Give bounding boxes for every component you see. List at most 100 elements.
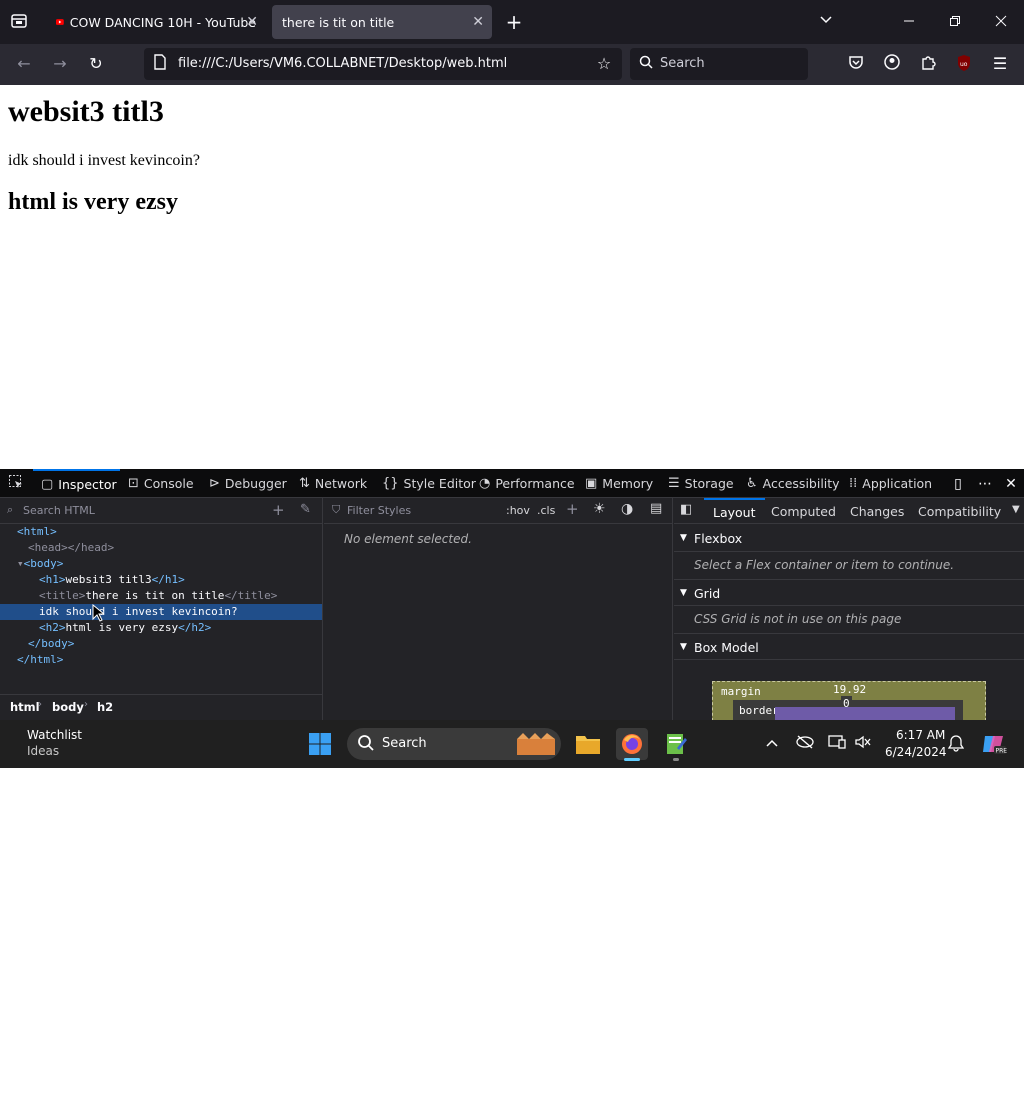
box-model-margin[interactable]: margin 19.92 border 0 [712,681,986,722]
flexbox-section-header[interactable]: ▼ Flexbox [674,525,1024,552]
tree-line-html-close[interactable]: </html> [17,652,63,668]
search-html-bar[interactable]: ⌕ Search HTML + ✎ [0,498,322,524]
breadcrumb-separator-icon: › [38,699,42,710]
tab-application[interactable]: ⁞⁞ Application [849,469,932,498]
application-icon: ⁞⁞ [849,475,858,491]
show-hidden-icons-chevron-icon[interactable] [762,734,782,754]
extensions-icon[interactable] [918,54,938,74]
notepad-icon[interactable] [660,728,692,761]
more-options-icon[interactable]: ⋯ [975,474,995,494]
ublock-icon[interactable]: uo [954,54,974,74]
tab-memory[interactable]: ▣ Memory [585,469,653,498]
tab-performance[interactable]: ◔ Performance [479,469,575,498]
tab-accessibility[interactable]: ♿ Accessibility [746,469,840,498]
url-bar[interactable]: file:///C:/Users/VM6.COLLABNET/Desktop/w… [144,48,622,80]
breadcrumb-h2[interactable]: h2 [97,700,113,714]
toggle-pane-icon[interactable]: ◧ [680,502,692,517]
clock-date[interactable]: 6/24/2024 [885,745,947,759]
tab-debugger[interactable]: ⊳ Debugger [209,469,287,498]
tab-storage[interactable]: ☰ Storage [668,469,734,498]
tree-line-h1[interactable]: <h1>websit3 titl3</h1> [39,572,185,588]
close-window-icon[interactable] [991,12,1011,32]
volume-muted-icon[interactable] [853,734,873,754]
tab-overview-icon[interactable] [9,12,29,32]
tree-line-body-close[interactable]: </body> [28,636,74,652]
notification-bell-icon[interactable] [946,734,966,754]
tree-line-head[interactable]: <head></head> [28,540,114,556]
responsive-design-icon[interactable]: ▯ [948,474,968,494]
tab-compatibility[interactable]: Compatibility [918,504,1001,519]
copilot-icon[interactable]: PRE [978,728,1010,760]
tab-network[interactable]: ⇅ Network [299,469,367,498]
grid-section-header[interactable]: ▼ Grid [674,579,1024,606]
tab-inspector[interactable]: ▢ Inspector [33,469,120,498]
display-icon[interactable] [827,734,847,754]
close-tab-icon[interactable]: ✕ [472,14,484,30]
start-windows-icon[interactable] [304,728,336,760]
tab-style-editor[interactable]: {} Style Editor [382,469,476,498]
search-highlight-icon [517,733,555,755]
tree-line-html[interactable]: <html> [17,524,57,540]
storage-icon: ☰ [668,475,680,491]
account-icon[interactable] [882,54,902,74]
breadcrumb-html[interactable]: html [10,700,40,714]
back-icon[interactable]: ← [14,54,34,74]
tab-strip: COW DANCING 10H - YouTube ✕ there is tit… [0,0,1024,44]
layout-sidebar: ◧ Layout Computed Changes Compatibility … [674,498,1024,722]
breadcrumb: html › body › h2 [0,694,322,720]
close-devtools-icon[interactable]: ✕ [1001,474,1021,494]
tab-changes[interactable]: Changes [850,504,904,519]
box-model-section-header[interactable]: ▼ Box Model [674,633,1024,660]
new-tab-icon[interactable]: + [504,12,524,32]
filter-styles-bar[interactable]: ⛉ Filter Styles :hov .cls + ☀ ◑ ▤ [324,498,672,524]
print-simulation-icon[interactable]: ▤ [650,501,662,516]
page-info-icon[interactable] [150,54,170,74]
minimize-icon[interactable] [899,12,919,32]
tab-youtube[interactable]: COW DANCING 10H - YouTube ✕ [46,5,266,39]
collapse-triangle-icon: ▼ [680,642,687,652]
forward-icon[interactable]: → [50,54,70,74]
firefox-icon[interactable] [616,728,648,761]
console-icon: ⊡ [128,475,139,491]
menu-hamburger-icon[interactable]: ☰ [990,54,1010,74]
widget-title[interactable]: Watchlist [27,728,82,742]
reload-icon[interactable]: ↻ [86,54,106,74]
tab-active[interactable]: there is tit on title ✕ [272,5,492,39]
close-tab-icon[interactable]: ✕ [246,14,258,30]
breadcrumb-body[interactable]: body [52,700,84,714]
tree-line-text-selected[interactable]: idk should i invest kevincoin? [0,604,322,620]
clock-time[interactable]: 6:17 AM [896,728,945,742]
tab-computed[interactable]: Computed [771,504,836,519]
mouse-cursor-icon [92,604,104,622]
pocket-icon[interactable] [846,54,866,74]
search-placeholder: Search [660,56,705,71]
light-mode-icon[interactable]: ☀ [593,501,606,517]
expand-triangle-icon[interactable]: ▾ [17,557,24,570]
network-disconnected-icon[interactable] [795,734,815,754]
tree-line-body[interactable]: ▾<body> [17,556,63,572]
tree-line-h2[interactable]: <h2>html is very ezsy</h2> [39,620,211,636]
pick-element-icon[interactable] [6,474,26,494]
widget-subtitle[interactable]: Ideas [27,744,59,758]
bookmark-star-icon[interactable]: ☆ [594,54,614,74]
tab-console[interactable]: ⊡ Console [128,469,194,498]
style-editor-icon: {} [382,475,399,491]
breadcrumb-separator-icon: › [84,699,88,710]
inspector-icon: ▢ [41,476,54,492]
restore-icon[interactable] [945,12,965,32]
list-tabs-chevron-icon[interactable] [816,12,836,32]
tabs-overflow-icon[interactable]: ▼ [1012,504,1020,515]
search-bar[interactable]: Search [630,48,808,80]
taskbar-search[interactable]: Search [347,728,561,760]
tab-layout[interactable]: Layout [704,498,765,524]
box-model-border[interactable]: border 0 [733,696,963,722]
dark-mode-icon[interactable]: ◑ [621,501,633,517]
hov-toggle[interactable]: :hov [506,504,530,517]
add-rule-icon[interactable]: + [566,500,579,518]
debugger-icon: ⊳ [209,475,220,491]
file-explorer-icon[interactable] [572,728,604,760]
cls-toggle[interactable]: .cls [537,504,555,517]
eyedropper-icon[interactable]: ✎ [300,502,311,517]
add-node-icon[interactable]: + [272,501,285,519]
tree-line-title[interactable]: <title>there is tit on title</title> [39,588,277,604]
